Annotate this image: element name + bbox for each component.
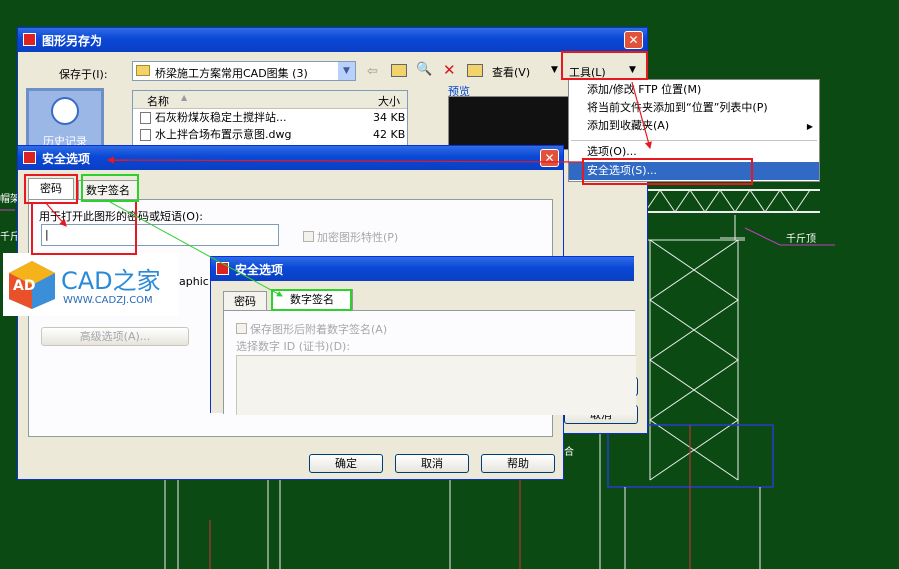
annotation-arrows: [44, 81, 652, 297]
